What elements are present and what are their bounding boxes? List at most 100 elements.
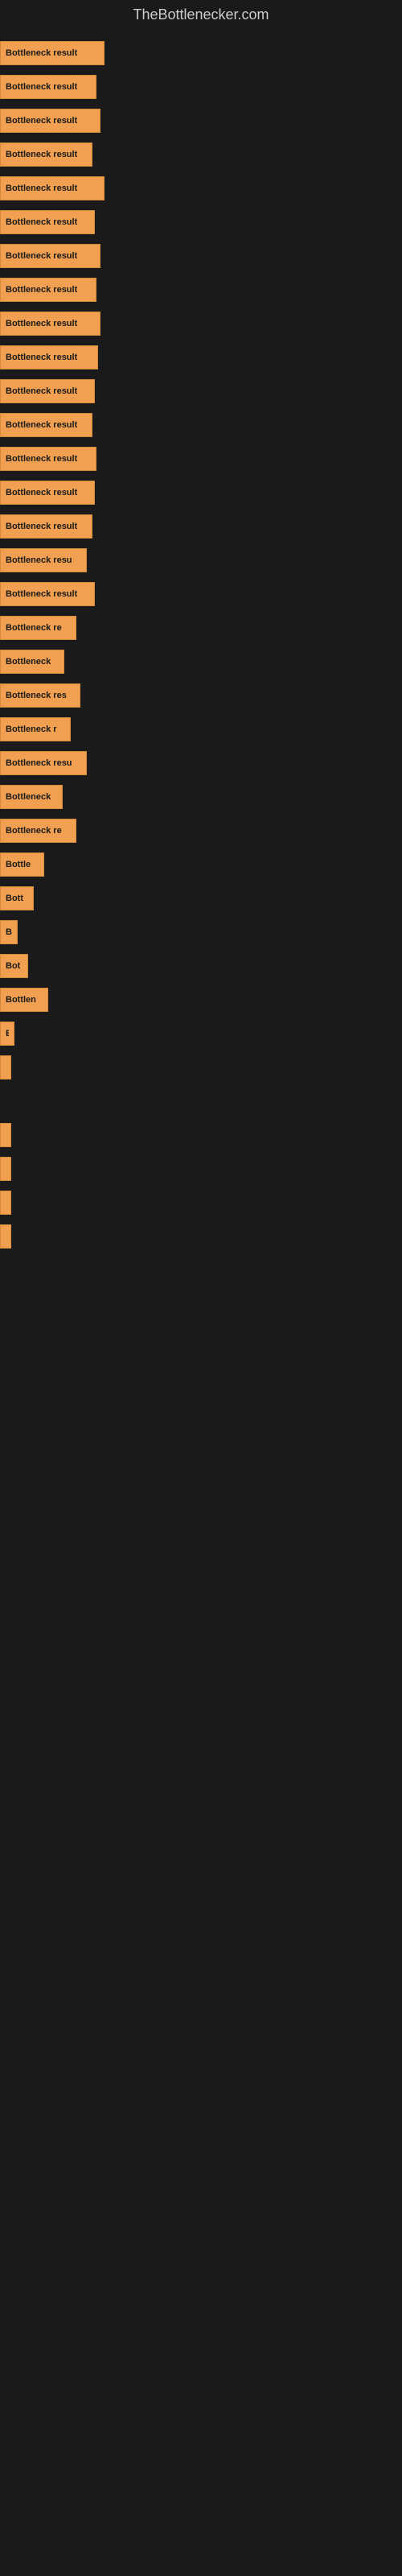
bottleneck-bar-19: Bottleneck [0,650,64,674]
bottleneck-bar-17: Bottleneck result [0,582,95,606]
bar-label-21: Bottleneck r [6,724,57,734]
bottleneck-bar-22: Bottleneck resu [0,751,87,775]
bottleneck-bar-20: Bottleneck res [0,683,80,708]
bar-label-8: Bottleneck result [6,285,77,295]
bottleneck-bar-35 [0,1191,11,1215]
bottleneck-bar-15: Bottleneck result [0,514,92,539]
bar-label-24: Bottleneck re [6,826,62,836]
bottleneck-bar-3: Bottleneck result [0,109,100,133]
bottleneck-bar-27: B [0,920,18,944]
bottleneck-bar-16: Bottleneck resu [0,548,87,572]
bar-label-17: Bottleneck result [6,589,77,599]
bar-label-6: Bottleneck result [6,217,77,227]
bar-label-11: Bottleneck result [6,386,77,396]
bottleneck-bar-18: Bottleneck re [0,616,76,640]
bar-row: Bott [0,883,402,914]
bottleneck-bar-9: Bottleneck result [0,312,100,336]
bar-row: Bottleneck result [0,105,402,136]
bar-row: Bottleneck result [0,410,402,440]
bar-label-29: Bottlen [6,995,36,1005]
bar-row: Bottleneck result [0,207,402,237]
bar-row [0,1187,402,1218]
bar-row: Bottleneck result [0,38,402,68]
bar-row: Bottleneck result [0,477,402,508]
bars-container: Bottleneck result Bottleneck result Bottle… [0,30,402,1263]
bar-row: Bottleneck result [0,139,402,170]
bar-label-26: Bott [6,894,23,903]
bottleneck-bar-14: Bottleneck result [0,481,95,505]
bar-label-19: Bottleneck [6,657,51,667]
bottleneck-bar-10: Bottleneck result [0,345,98,369]
bar-row: Bottleneck result [0,444,402,474]
bar-label-23: Bottleneck [6,792,51,802]
bottleneck-bar-12: Bottleneck result [0,413,92,437]
bar-label-3: Bottleneck result [6,116,77,126]
bar-label-18: Bottleneck re [6,623,62,633]
bar-label-27: B [6,927,12,937]
bar-label-7: Bottleneck result [6,251,77,261]
bottleneck-bar-33: B [0,1123,11,1147]
bar-label-1: Bottleneck result [6,48,77,58]
bar-label-5: Bottleneck result [6,184,77,193]
bar-row: Bot [0,951,402,981]
bar-row: Bottlen [0,985,402,1015]
bottleneck-bar-4: Bottleneck result [0,142,92,167]
bottleneck-bar-11: Bottleneck result [0,379,95,403]
bar-row [0,1086,402,1117]
bar-row: Bottleneck result [0,579,402,609]
bar-label-13: Bottleneck result [6,454,77,464]
bar-row: Bottleneck result [0,173,402,204]
bottleneck-bar-2: Bottleneck result [0,75,96,99]
bottleneck-bar-13: Bottleneck result [0,447,96,471]
bar-label-22: Bottleneck resu [6,758,72,768]
bottleneck-bar-28: Bot [0,954,28,978]
bar-label-9: Bottleneck result [6,319,77,328]
bar-label-14: Bottleneck result [6,488,77,497]
bar-row: Bottleneck result [0,241,402,271]
bottleneck-bar-25: Bottle [0,852,44,877]
bar-row: Bottleneck result [0,376,402,407]
bottleneck-bar-1: Bottleneck result [0,41,105,65]
bar-label-16: Bottleneck resu [6,555,72,565]
bottleneck-bar-31 [0,1055,11,1080]
site-title-bar: TheBottlenecker.com [0,0,402,30]
site-title: TheBottlenecker.com [0,0,402,30]
bottleneck-bar-7: Bottleneck result [0,244,100,268]
bar-row: B [0,1018,402,1049]
bottleneck-bar-24: Bottleneck re [0,819,76,843]
bar-row: Bottleneck result [0,275,402,305]
bar-label-28: Bot [6,961,20,971]
bar-label-2: Bottleneck result [6,82,77,92]
bar-row: B [0,1120,402,1150]
bottleneck-bar-5: Bottleneck result [0,176,105,200]
bar-row: Bottleneck [0,782,402,812]
bar-row: Bottleneck result [0,511,402,542]
bar-row [0,1052,402,1083]
bar-row: Bottleneck resu [0,545,402,576]
bar-row: B [0,917,402,947]
bottleneck-bar-21: Bottleneck r [0,717,71,741]
bar-label-20: Bottleneck res [6,691,67,700]
bar-row: Bottleneck res [0,680,402,711]
bar-row [0,1154,402,1184]
bar-label-10: Bottleneck result [6,353,77,362]
bar-row: Bottle [0,849,402,880]
bar-row: Bottleneck result [0,308,402,339]
bar-label-15: Bottleneck result [6,522,77,531]
bar-row: Bottleneck re [0,613,402,643]
bar-label-30: B [6,1029,9,1038]
bar-label-4: Bottleneck result [6,150,77,159]
bottleneck-bar-34 [0,1157,11,1181]
bar-row: Bottleneck result [0,342,402,373]
bar-row: Bottleneck [0,646,402,677]
bar-row: Bottleneck r [0,714,402,745]
bar-row [0,1221,402,1252]
bottleneck-bar-23: Bottleneck [0,785,63,809]
bottleneck-bar-29: Bottlen [0,988,48,1012]
bar-label-12: Bottleneck result [6,420,77,430]
bottleneck-bar-6: Bottleneck result [0,210,95,234]
bottleneck-bar-36 [0,1224,11,1249]
bottleneck-bar-8: Bottleneck result [0,278,96,302]
bar-label-25: Bottle [6,860,31,869]
bar-row: Bottleneck re [0,815,402,846]
